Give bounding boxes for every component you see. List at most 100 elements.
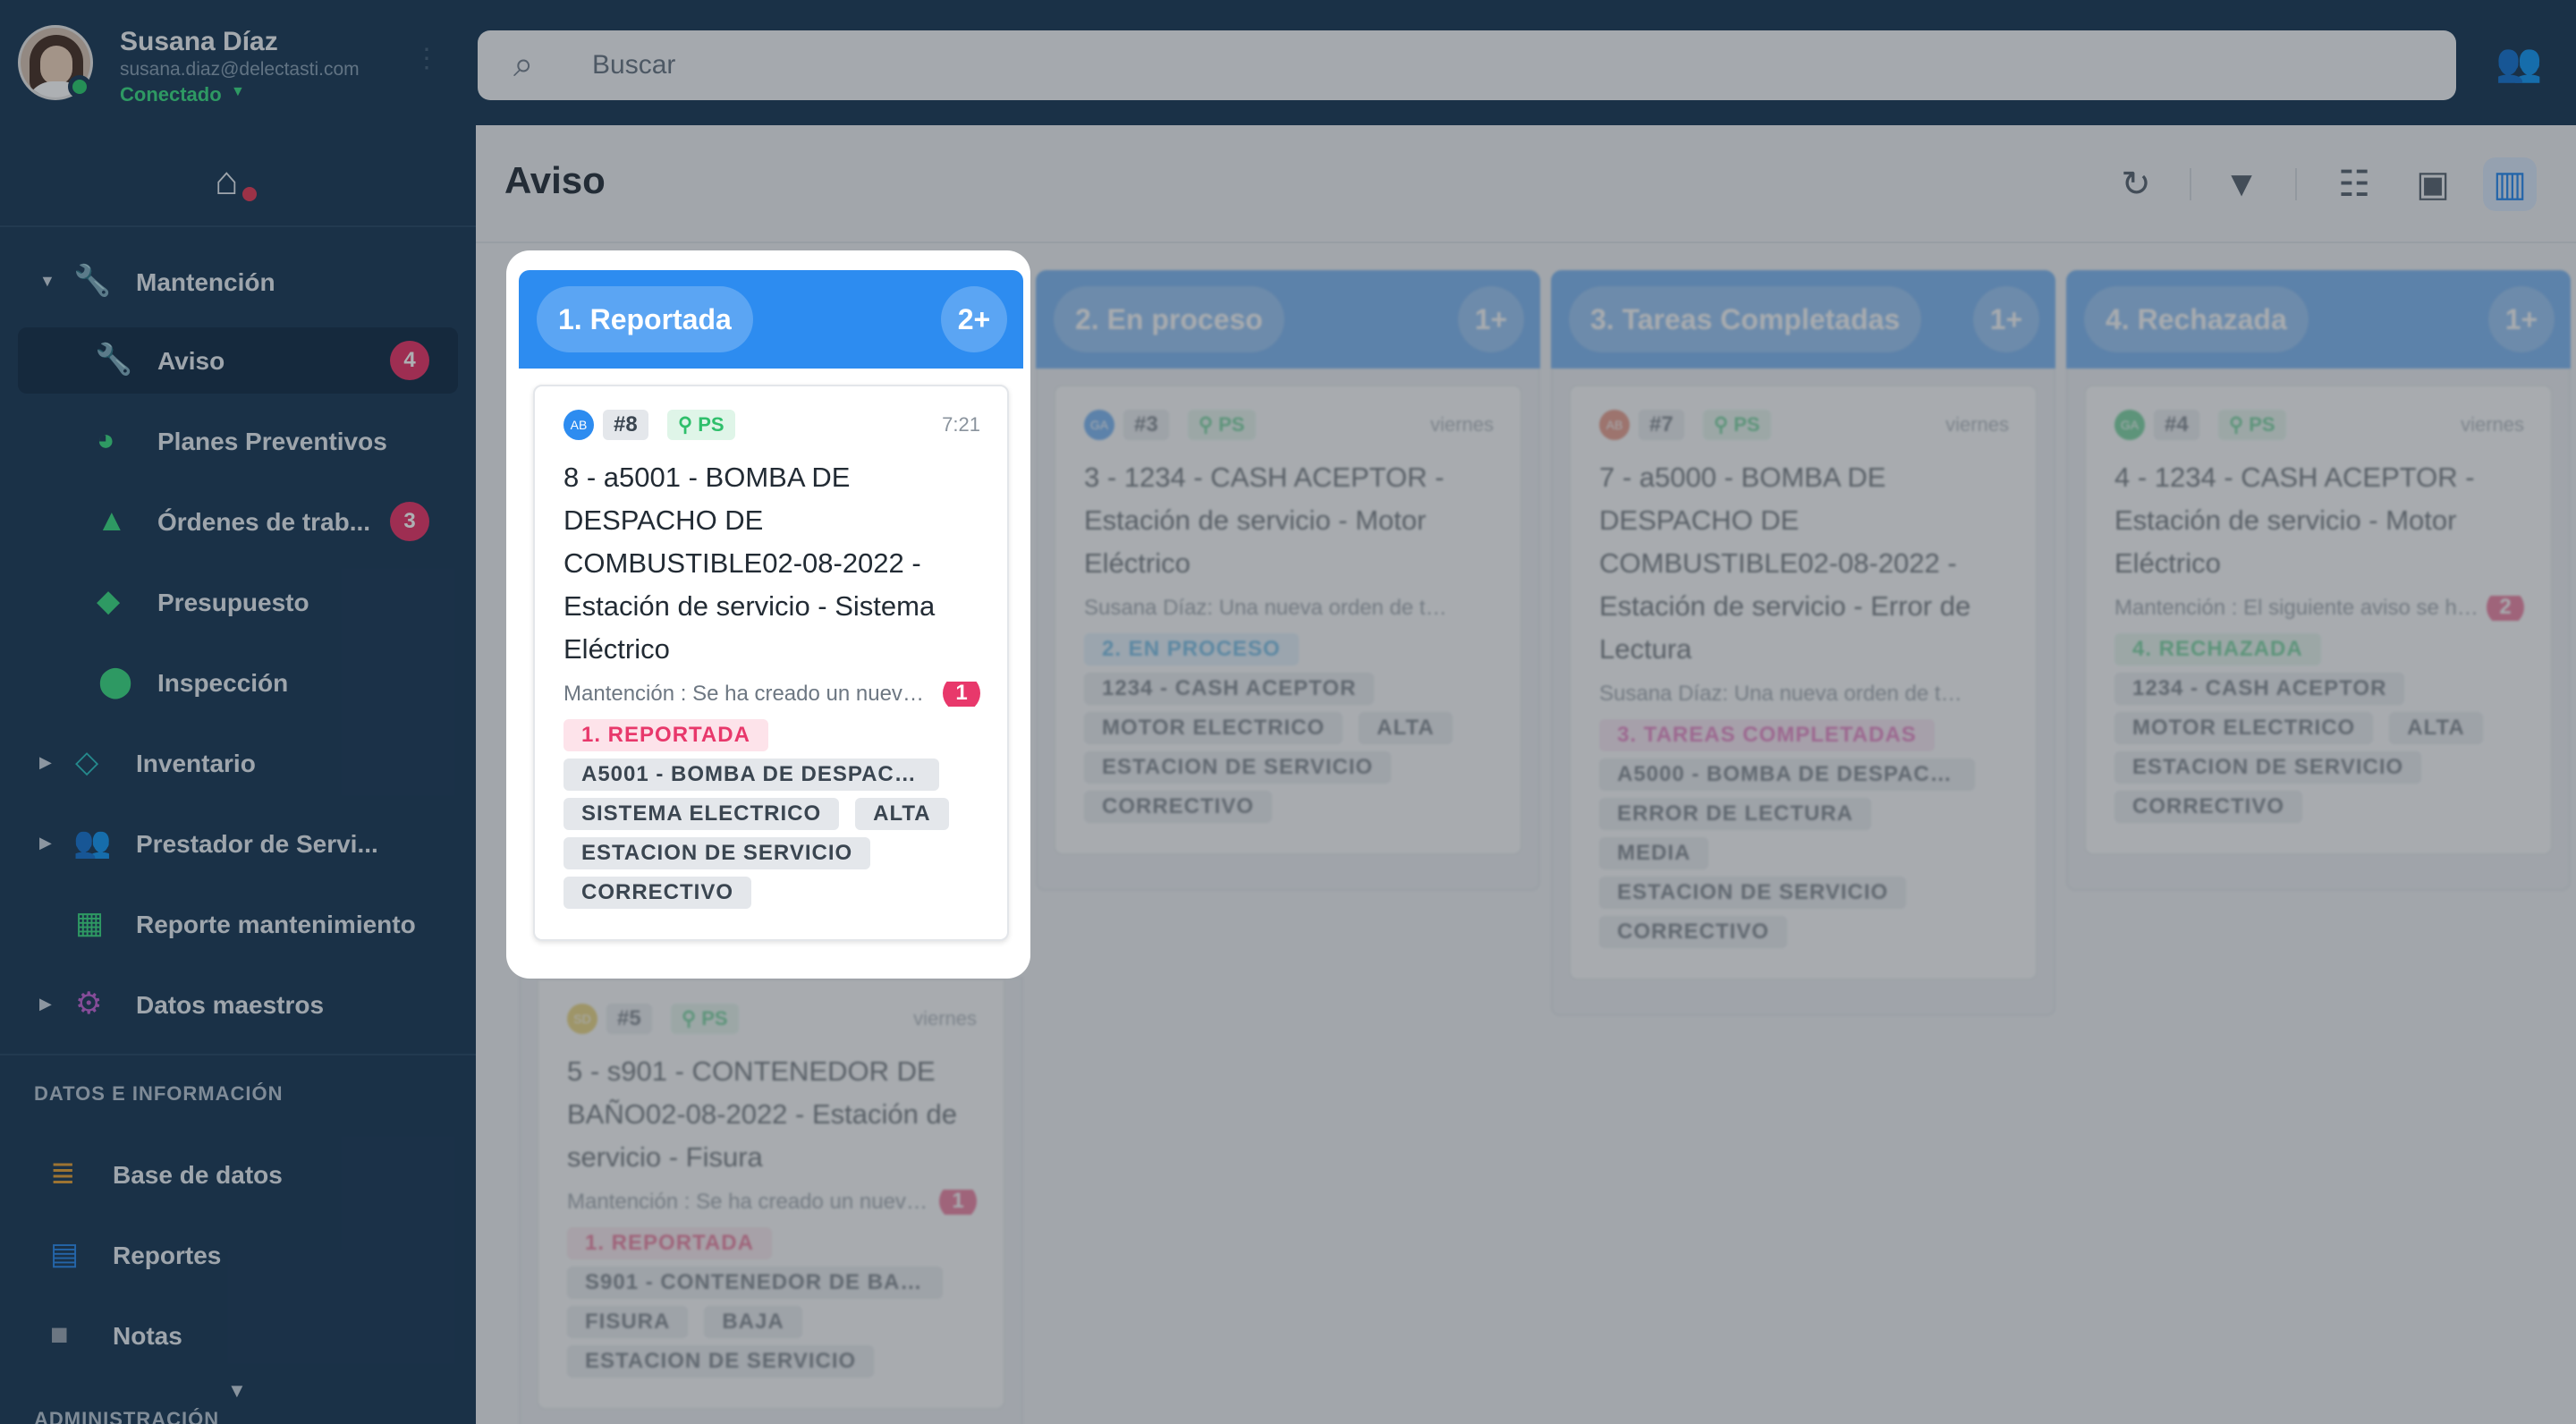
sidebar-item-reportes[interactable]: ▤ Reportes	[18, 1222, 458, 1288]
card-message: Mantención : Se ha creado un nuevo aviso…	[567, 1190, 977, 1215]
divider	[2295, 168, 2297, 200]
assignee-avatar: GA	[2114, 410, 2145, 440]
tag: S901 - CONTENEDOR DE BAÑO	[567, 1267, 943, 1299]
sidebar-item-label: Planes Preventivos	[157, 428, 387, 455]
sidebar-item-label: Inventario	[136, 750, 256, 777]
group-icon: 👥	[73, 826, 112, 860]
notification-dot	[240, 184, 259, 204]
diamond-icon: ◇	[75, 745, 99, 779]
sidebar-item-label: Inspección	[157, 669, 289, 697]
tag: 1234 - CASH ACEPTOR	[2114, 673, 2405, 705]
sidebar-item-planes-preventivos[interactable]: ◕ Planes Preventivos	[18, 408, 458, 474]
column-count-badge[interactable]: 1+	[2488, 286, 2555, 352]
users-icon[interactable]: 👥	[2496, 41, 2542, 85]
aviso-card[interactable]: GA #4 ⚲ PS viernes 4 - 1234 - CASH ACEPT…	[2084, 385, 2553, 855]
tag: CORRECTIVO	[2114, 791, 2303, 823]
sidebar-item-label: Reporte mantenimiento	[136, 911, 416, 938]
home-button[interactable]: ⌂	[215, 159, 268, 213]
sidebar-item-datos-maestros[interactable]: ▶ ⚙ Datos maestros	[18, 971, 458, 1038]
ps-chip: ⚲ PS	[667, 410, 735, 440]
card-number: #5	[606, 1004, 652, 1034]
sidebar-item-inventario[interactable]: ▶ ◇ Inventario	[18, 730, 458, 796]
tag: ESTACION DE SERVICIO	[2114, 751, 2422, 784]
message-count-badge: 2	[2487, 596, 2524, 621]
wrench-icon: 🔧	[73, 264, 112, 298]
sidebar: Susana Díaz susana.diaz@delectasti.com C…	[0, 0, 476, 1424]
status-tag: 2. EN PROCESO	[1084, 633, 1299, 665]
user-name: Susana Díaz	[120, 27, 278, 56]
aviso-card[interactable]: GA #3 ⚲ PS viernes 3 - 1234 - CASH ACEPT…	[1054, 385, 1522, 855]
card-time: viernes	[913, 1007, 977, 1030]
tag: A5000 - BOMBA DE DESPACHO DE COMBUSTIBLE	[1599, 759, 1975, 791]
tag: A5001 - BOMBA DE DESPACHO DE COMBUSTIBLE	[564, 759, 939, 791]
card-message-text: Mantención : Se ha creado un nuevo aviso	[567, 1190, 974, 1214]
ps-label: PS	[698, 413, 724, 436]
refresh-icon[interactable]: ↻	[2109, 157, 2163, 211]
tag: ERROR DE LECTURA	[1599, 798, 1872, 830]
sidebar-item-label: Prestador de Servi...	[136, 830, 378, 858]
sidebar-item-ordenes-de-trabajo[interactable]: ▲ Órdenes de trab... 3	[18, 488, 458, 555]
user-email: susana.diaz@delectasti.com	[120, 59, 360, 80]
kanban-column-reportada: 1. Reportada 2+ AB #8 ⚲ PS 7:21 8 - a500…	[519, 270, 1023, 977]
aviso-card[interactable]: AB #8 ⚲ PS 7:21 8 - a5001 - BOMBA DE DES…	[533, 385, 1009, 941]
card-title: 4 - 1234 - CASH ACEPTOR - Estación de se…	[2114, 462, 2475, 579]
scroll-down-icon[interactable]: ▼	[227, 1379, 247, 1403]
calendar-view-icon[interactable]: ▣	[2406, 157, 2460, 211]
assignee-avatar: SD	[567, 1004, 597, 1034]
sidebar-item-notas[interactable]: ■ Notas	[18, 1302, 458, 1369]
tag: ESTACION DE SERVICIO	[567, 1345, 875, 1377]
sidebar-item-mantencion[interactable]: ▼ 🔧 Mantención	[18, 249, 458, 315]
sidebar-item-label: Aviso	[157, 347, 225, 375]
chevron-right-icon: ▶	[39, 995, 52, 1013]
card-time: viernes	[1430, 413, 1494, 436]
assignee-avatar: AB	[1599, 410, 1630, 440]
card-number: #8	[603, 410, 648, 440]
divider	[0, 225, 476, 227]
chevron-down-icon: ▼	[39, 272, 55, 290]
tag: CORRECTIVO	[1084, 791, 1273, 823]
search-icon: ⌕	[513, 45, 534, 84]
chevron-down-icon[interactable]: ▼	[231, 84, 245, 100]
column-body: AB #8 ⚲ PS 7:21 8 - a5001 - BOMBA DE DES…	[519, 369, 1023, 941]
user-status[interactable]: Conectado	[120, 83, 222, 106]
sidebar-item-reporte-mantenimiento[interactable]: ▦ Reporte mantenimiento	[18, 891, 458, 957]
aviso-card[interactable]: AB #7 ⚲ PS viernes 7 - a5000 - BOMBA DE …	[1569, 385, 2038, 980]
card-message: Susana Díaz: Una nueva orden de trabajo	[1084, 596, 1486, 620]
column-count-badge[interactable]: 1+	[1973, 286, 2039, 352]
column-header: 2. En proceso 1+	[1036, 270, 1540, 369]
sidebar-item-presupuesto[interactable]: ◆ Presupuesto	[18, 569, 458, 635]
sidebar-item-label: Datos maestros	[136, 991, 325, 1019]
card-number: #4	[2154, 410, 2199, 440]
tag-icon: ◆	[97, 584, 121, 618]
list-view-icon[interactable]: ☷	[2327, 157, 2381, 211]
column-count-badge[interactable]: 1+	[1458, 286, 1524, 352]
sidebar-item-base-de-datos[interactable]: ≣ Base de datos	[18, 1141, 458, 1208]
tag: ALTA	[855, 798, 949, 830]
tag: ALTA	[2389, 712, 2483, 744]
tag: MEDIA	[1599, 837, 1709, 869]
search-bar[interactable]: ⌕	[478, 30, 2456, 100]
card-message-text: Mantención : Se ha creado un nuevo aviso	[564, 682, 970, 706]
column-title: 2. En proceso	[1054, 286, 1284, 352]
column-count-badge[interactable]: 2+	[941, 286, 1007, 352]
chevron-right-icon: ▶	[39, 753, 52, 771]
sidebar-item-aviso[interactable]: 🔧 Aviso 4	[18, 327, 458, 394]
status-tag: 4. RECHAZADA	[2114, 633, 2321, 665]
kanban-view-icon[interactable]: ▥	[2483, 157, 2537, 211]
briefcase-icon: ▲	[97, 504, 127, 538]
column-body: SD #5 ⚲ PS viernes 5 - s901 - CONTENEDOR…	[519, 977, 1023, 1424]
column-header: 1. Reportada 2+	[519, 270, 1023, 369]
filter-icon[interactable]: ▼	[2215, 157, 2268, 211]
search-input[interactable]	[592, 48, 2292, 82]
kebab-menu-icon[interactable]: ⋮	[413, 43, 440, 74]
aviso-card[interactable]: SD #5 ⚲ PS viernes 5 - s901 - CONTENEDOR…	[537, 979, 1005, 1410]
sidebar-item-inspeccion[interactable]: ⬤ Inspección	[18, 649, 458, 716]
card-time: 7:21	[942, 413, 980, 436]
tag: 1234 - CASH ACEPTOR	[1084, 673, 1375, 705]
column-body: GA #3 ⚲ PS viernes 3 - 1234 - CASH ACEPT…	[1036, 369, 1540, 891]
sidebar-item-prestador-de-servicios[interactable]: ▶ 👥 Prestador de Servi...	[18, 810, 458, 877]
tag: ESTACION DE SERVICIO	[1599, 877, 1907, 909]
count-badge: 4	[390, 341, 429, 380]
section-title-admin: ADMINISTRACIÓN	[34, 1408, 220, 1424]
column-body: GA #4 ⚲ PS viernes 4 - 1234 - CASH ACEPT…	[2066, 369, 2571, 891]
